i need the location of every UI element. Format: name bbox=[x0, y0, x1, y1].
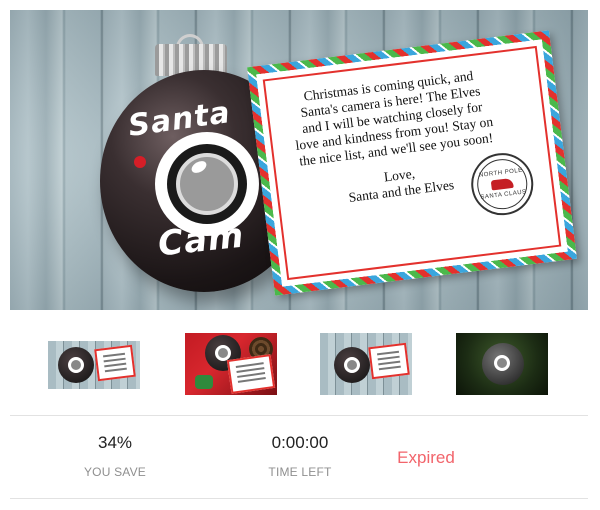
note-message: Christmas is coming quick, and Santa's c… bbox=[294, 67, 494, 169]
mini-note bbox=[368, 342, 410, 380]
main-product-image[interactable]: Santa Cam Christmas is coming quick, and… bbox=[10, 10, 588, 310]
deal-status: Expired bbox=[366, 448, 486, 468]
divider-top bbox=[10, 415, 588, 416]
mini-lens bbox=[215, 345, 231, 361]
you-save-label: YOU SAVE bbox=[83, 465, 147, 479]
thumbnail-1[interactable] bbox=[48, 341, 140, 389]
mini-elf bbox=[195, 375, 213, 389]
you-save-stat: 34% YOU SAVE bbox=[55, 433, 175, 479]
mini-note bbox=[226, 354, 276, 394]
mini-lens bbox=[68, 357, 84, 373]
record-dot bbox=[134, 156, 146, 168]
expired-status: Expired bbox=[397, 448, 455, 467]
thumbnail-2[interactable] bbox=[185, 333, 277, 395]
thumbnail-4[interactable] bbox=[456, 333, 548, 395]
time-left-label: TIME LEFT bbox=[268, 465, 332, 479]
mini-lens bbox=[344, 357, 360, 373]
santa-note-card: Christmas is coming quick, and Santa's c… bbox=[247, 30, 577, 296]
note-card-inner: Christmas is coming quick, and Santa's c… bbox=[262, 45, 562, 281]
thumbnail-strip bbox=[0, 333, 600, 395]
mini-note bbox=[94, 344, 136, 382]
you-save-value: 34% bbox=[97, 433, 133, 452]
thumbnail-3[interactable] bbox=[320, 333, 412, 395]
time-left-stat: 0:00:00 TIME LEFT bbox=[240, 433, 360, 479]
time-left-value: 0:00:00 bbox=[271, 433, 329, 452]
mini-lens bbox=[494, 355, 510, 371]
camera-lens-inner bbox=[176, 153, 238, 215]
divider-bottom bbox=[10, 498, 588, 499]
